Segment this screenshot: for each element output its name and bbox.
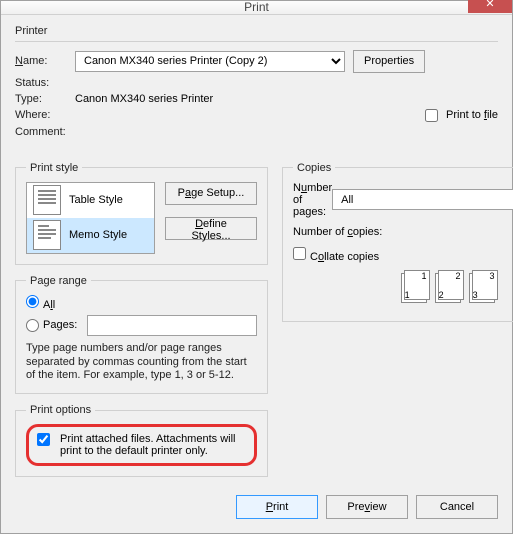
page-icon: 11 <box>401 273 427 303</box>
cancel-button[interactable]: Cancel <box>416 495 498 519</box>
close-icon: ✕ <box>485 0 494 10</box>
printer-group-label: Printer <box>15 25 498 37</box>
status-label: Status: <box>15 77 75 89</box>
print-attached-label: Print attached files. Attachments will p… <box>60 433 246 457</box>
copies-legend: Copies <box>293 162 335 174</box>
style-item-memo[interactable]: Memo Style <box>27 218 154 253</box>
print-attached-checkbox[interactable] <box>37 433 50 446</box>
define-styles-button[interactable]: Define Styles... <box>165 217 257 240</box>
collate-checkbox[interactable] <box>293 247 306 260</box>
properties-button[interactable]: Properties <box>353 50 425 73</box>
preview-button[interactable]: Preview <box>326 495 408 519</box>
print-style-list[interactable]: Table Style Memo Style <box>26 182 155 254</box>
page-setup-button[interactable]: Page Setup... <box>165 182 257 205</box>
pages-input[interactable] <box>87 315 257 336</box>
page-icon: 22 <box>435 273 461 303</box>
range-pages-label: Pages: <box>43 319 87 331</box>
collate-icons: 11 22 33 <box>293 273 513 303</box>
print-to-file-label: Print to file <box>446 109 498 121</box>
style-item-table[interactable]: Table Style <box>27 183 154 218</box>
table-style-icon <box>33 185 61 215</box>
range-pages-radio[interactable] <box>26 319 39 332</box>
print-button[interactable]: Print <box>236 495 318 519</box>
dialog-footer: Print Preview Cancel <box>15 487 498 519</box>
page-range-legend: Page range <box>26 275 91 287</box>
print-style-legend: Print style <box>26 162 82 174</box>
style-item-label: Table Style <box>69 194 123 206</box>
style-item-label: Memo Style <box>69 229 127 241</box>
range-all-radio[interactable] <box>26 295 39 308</box>
type-value: Canon MX340 series Printer <box>75 93 213 105</box>
collate-wrap[interactable]: Collate copies <box>293 247 379 263</box>
num-pages-select[interactable]: All <box>332 189 513 210</box>
print-to-file-checkbox[interactable] <box>425 109 438 122</box>
print-dialog: Print ✕ Printer Name: Canon MX340 series… <box>0 0 513 534</box>
print-options-legend: Print options <box>26 404 95 416</box>
page-range-help: Type page numbers and/or page ranges sep… <box>26 342 257 383</box>
printer-name-label: Name: <box>15 55 75 67</box>
close-button[interactable]: ✕ <box>468 0 512 13</box>
titlebar: Print ✕ <box>1 1 512 15</box>
copies-group: Copies Number of pages: All Number of co… <box>282 162 513 322</box>
range-pages-wrap[interactable]: Pages: <box>26 319 87 332</box>
type-label: Type: <box>15 93 75 105</box>
printer-name-select[interactable]: Canon MX340 series Printer (Copy 2) <box>75 51 345 72</box>
print-style-group: Print style Table Style Memo Style <box>15 162 268 265</box>
num-copies-label: Number of copies: <box>293 226 513 238</box>
print-to-file-wrap[interactable]: Print to file <box>425 109 498 122</box>
page-icon: 33 <box>469 273 495 303</box>
highlight-callout: Print attached files. Attachments will p… <box>26 424 257 466</box>
print-options-group: Print options Print attached files. Atta… <box>15 404 268 477</box>
memo-style-icon <box>33 220 61 250</box>
num-pages-label: Number of pages: <box>293 182 332 218</box>
where-label: Where: <box>15 109 75 121</box>
range-all-wrap[interactable]: All <box>26 295 55 311</box>
comment-label: Comment: <box>15 126 75 138</box>
page-range-group: Page range All Pages: Type page numbers … <box>15 275 268 394</box>
collate-label: Collate copies <box>310 251 379 263</box>
window-title: Print <box>244 0 269 14</box>
